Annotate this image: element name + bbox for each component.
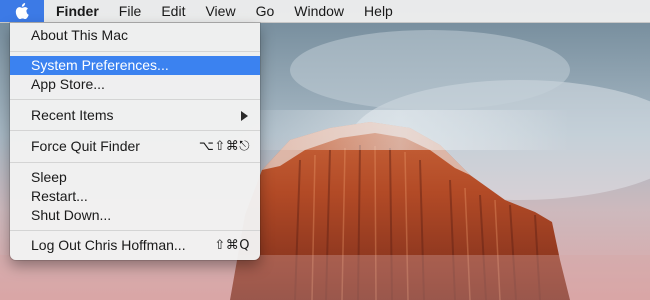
menu-view[interactable]: View	[195, 0, 245, 22]
menu-bar: Finder File Edit View Go Window Help	[0, 0, 650, 23]
apple-menu-dropdown: About This Mac System Preferences... App…	[10, 23, 260, 260]
menu-item-label: Force Quit Finder	[31, 138, 140, 154]
menu-file[interactable]: File	[109, 0, 152, 22]
menu-separator	[10, 230, 260, 231]
menu-item-log-out[interactable]: Log Out Chris Hoffman... ⇧⌘Q	[10, 236, 260, 255]
menu-item-label: Sleep	[31, 169, 67, 185]
menu-item-label: App Store...	[31, 76, 105, 92]
menu-go[interactable]: Go	[246, 0, 285, 22]
menu-separator	[10, 99, 260, 100]
menu-item-force-quit[interactable]: Force Quit Finder ⌥⇧⌘⎋	[10, 137, 260, 156]
menu-item-label: System Preferences...	[31, 57, 169, 73]
menu-item-restart[interactable]: Restart...	[10, 187, 260, 206]
submenu-arrow-icon	[241, 110, 248, 121]
menu-separator	[10, 51, 260, 52]
menu-item-label: Log Out Chris Hoffman...	[31, 237, 186, 253]
menu-finder[interactable]: Finder	[44, 0, 109, 22]
menu-item-about-this-mac[interactable]: About This Mac	[10, 26, 260, 45]
menu-item-app-store[interactable]: App Store...	[10, 75, 260, 94]
keyboard-shortcut: ⇧⌘Q	[214, 238, 250, 253]
desktop: Finder File Edit View Go Window Help Abo…	[0, 0, 650, 300]
apple-menu-button[interactable]	[0, 0, 44, 22]
menu-help[interactable]: Help	[354, 0, 403, 22]
menu-item-shut-down[interactable]: Shut Down...	[10, 206, 260, 225]
keyboard-shortcut: ⌥⇧⌘⎋	[198, 139, 250, 154]
menu-item-label: Recent Items	[31, 107, 114, 123]
menu-item-label: Shut Down...	[31, 207, 112, 223]
menu-item-label: Restart...	[31, 188, 88, 204]
menu-item-recent-items[interactable]: Recent Items	[10, 106, 260, 125]
menu-separator	[10, 130, 260, 131]
menu-separator	[10, 162, 260, 163]
menu-edit[interactable]: Edit	[151, 0, 195, 22]
menu-item-system-preferences[interactable]: System Preferences...	[10, 56, 260, 75]
menu-window[interactable]: Window	[284, 0, 354, 22]
apple-logo-icon	[15, 3, 29, 19]
menu-item-sleep[interactable]: Sleep	[10, 168, 260, 187]
menu-item-label: About This Mac	[31, 27, 129, 43]
